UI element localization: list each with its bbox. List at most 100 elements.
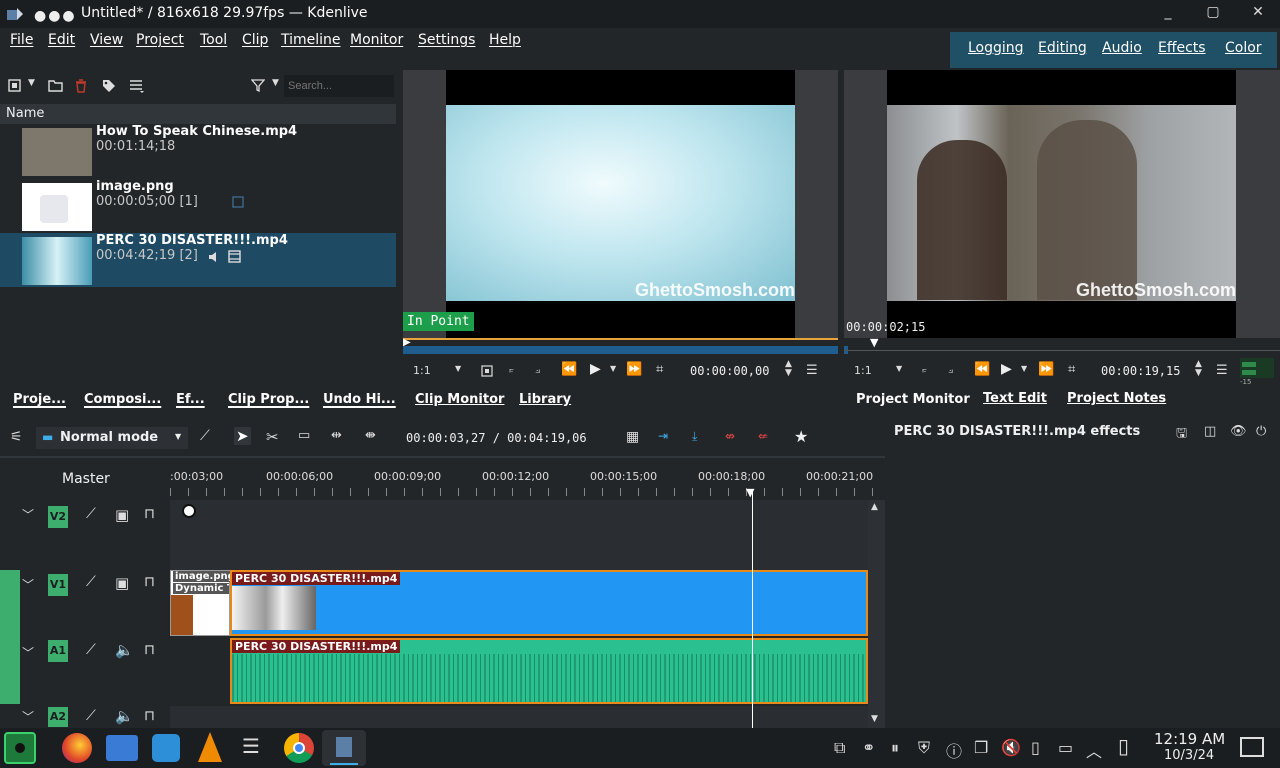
menu-file[interactable]: File (10, 32, 33, 48)
track-name-v1[interactable]: V1 (48, 574, 68, 596)
play-icon[interactable]: ▶ (590, 361, 601, 377)
collapse-chevron-icon[interactable]: ﹀ (22, 644, 34, 661)
tab-undo-history[interactable]: Undo Hi... (323, 392, 396, 407)
chevron-down-icon[interactable]: ▼ (1021, 364, 1027, 373)
preview-render-icon[interactable]: ▦ (626, 429, 639, 445)
track-settings-icon[interactable]: ⚟ (10, 429, 23, 445)
firefox-icon[interactable] (62, 733, 92, 763)
chevron-down-icon[interactable]: ▼ (455, 364, 461, 373)
effects-wand-icon[interactable]: ⟋ (86, 708, 96, 724)
favorites-star-icon[interactable]: ★ (794, 427, 808, 446)
layout-effects[interactable]: Effects (1158, 40, 1206, 56)
info-icon[interactable]: ⓘ (946, 738, 962, 762)
start-menu-icon[interactable] (4, 732, 36, 764)
clock-date[interactable]: 10/3/24 (1164, 748, 1214, 763)
project-timecode[interactable]: 00:00:19,15 (1101, 364, 1180, 378)
chevron-down-icon[interactable]: ▼ (610, 364, 616, 373)
list-item[interactable]: image.png 00:00:05;00 [1] (0, 179, 396, 233)
file-manager-icon[interactable] (106, 735, 138, 761)
roll-tool-icon[interactable]: ⇼ (365, 428, 376, 443)
layout-audio[interactable]: Audio (1102, 40, 1142, 56)
menu-help[interactable]: Help (489, 32, 521, 48)
menu-monitor[interactable]: Monitor (350, 32, 403, 48)
menu-timeline[interactable]: Timeline (281, 32, 341, 48)
image-clip[interactable]: image.png Dynamic Te (170, 570, 237, 636)
chrome-icon[interactable] (284, 733, 314, 763)
crop-icon[interactable]: ⌗ (1068, 362, 1075, 377)
chevron-down-icon[interactable]: ▼ (272, 78, 279, 88)
ripple-tool-icon[interactable]: ⇹ (331, 428, 342, 443)
tab-project-monitor[interactable]: Project Monitor (856, 392, 970, 407)
forward-icon[interactable]: ⏩ (1038, 362, 1054, 377)
menu-list-icon[interactable] (129, 79, 145, 93)
effects-wand-icon[interactable]: ⟋ (86, 574, 96, 590)
tab-project-notes[interactable]: Project Notes (1067, 391, 1166, 406)
show-desktop-icon[interactable] (1240, 737, 1264, 757)
tab-project-bin[interactable]: Proje... (13, 392, 66, 407)
layout-logging[interactable]: Logging (968, 40, 1024, 56)
film-icon[interactable]: ▣ (115, 574, 129, 592)
timeline-scrollbar[interactable]: ▲ ▼ (868, 500, 885, 728)
audio-clip[interactable]: PERC 30 DISASTER!!!.mp4 (230, 638, 868, 704)
crop-icon[interactable]: ⌗ (656, 362, 663, 377)
timeline-position[interactable]: 00:00:03,27 / 00:04:19,06 (406, 431, 587, 445)
close-button[interactable]: ✕ (1248, 4, 1268, 24)
collapse-chevron-icon[interactable]: ﹀ (22, 576, 34, 593)
menu-tool[interactable]: Tool (200, 32, 227, 48)
spin-icon[interactable]: ▲ ▼ (785, 360, 792, 378)
select-tool-icon[interactable]: ➤ (234, 427, 251, 445)
chevron-down-icon[interactable]: ▼ (28, 78, 35, 88)
add-clip-icon[interactable] (8, 79, 22, 93)
effects-wand-icon[interactable]: ⟋ (86, 642, 96, 658)
eye-icon[interactable]: 👁 (1230, 424, 1247, 439)
playhead-marker-icon[interactable]: ▼ (746, 486, 754, 499)
tag-icon[interactable] (102, 79, 116, 93)
search-input[interactable] (284, 75, 394, 97)
clip-zoom-select[interactable]: 1:1 (413, 364, 431, 377)
effects-wand-icon[interactable]: ⟋ (86, 506, 96, 522)
overwrite-icon[interactable]: ⤓ (692, 429, 697, 444)
lock-icon[interactable]: ⊓ (144, 708, 155, 724)
set-in-icon[interactable]: ⟔ (509, 363, 514, 377)
track-name-v2[interactable]: V2 (48, 506, 68, 528)
tab-clip-properties[interactable]: Clip Prop... (228, 392, 309, 407)
software-store-icon[interactable] (152, 734, 180, 762)
play-icon[interactable]: ▶ (1001, 361, 1012, 377)
lift-icon[interactable]: ⇍ (758, 429, 768, 443)
insert-icon[interactable]: ⇥ (658, 429, 668, 443)
display-icon[interactable]: ▭ (1058, 738, 1073, 757)
mute-icon[interactable]: 🔇 (1001, 738, 1021, 757)
track-name-a2[interactable]: A2 (48, 707, 68, 727)
menu-list-icon[interactable]: ☰ (1216, 363, 1228, 378)
film-icon[interactable]: ▣ (115, 506, 129, 524)
delete-icon[interactable] (75, 79, 87, 93)
master-label[interactable]: Master (62, 471, 110, 487)
minimize-button[interactable]: _ (1158, 4, 1178, 24)
rewind-icon[interactable]: ⏪ (974, 362, 990, 377)
maximize-button[interactable]: ▢ (1203, 4, 1223, 24)
speaker-icon[interactable]: 🔈 (115, 707, 134, 725)
network-icon[interactable]: ⚭ (862, 738, 875, 757)
set-in-icon[interactable]: ⟔ (922, 363, 927, 377)
pause-icon[interactable]: ⏸ (891, 738, 899, 758)
menu-clip[interactable]: Clip (242, 32, 268, 48)
tab-compositions[interactable]: Composi... (84, 392, 161, 407)
kdenlive-taskbar-icon[interactable] (322, 730, 366, 766)
playhead-marker-icon[interactable]: ▼ (870, 336, 878, 349)
chevron-down-icon[interactable]: ▼ (896, 364, 902, 373)
folder-icon[interactable] (48, 79, 63, 92)
video-clip[interactable]: PERC 30 DISASTER!!!.mp4 (230, 570, 868, 636)
menu-settings[interactable]: Settings (418, 32, 475, 48)
extract-icon[interactable]: ⇎ (725, 429, 735, 443)
rewind-icon[interactable]: ⏪ (561, 362, 577, 377)
layout-editing[interactable]: Editing (1038, 40, 1087, 56)
save-effect-icon[interactable]: 🖫 (1176, 424, 1187, 446)
clip-monitor-ruler[interactable] (403, 346, 838, 354)
set-out-icon[interactable]: ⟓ (948, 363, 953, 377)
spin-icon[interactable]: ▲ ▼ (1195, 360, 1202, 378)
settings-sliders-icon[interactable]: ☰ (242, 734, 260, 758)
tab-effects[interactable]: Ef... (176, 392, 205, 407)
menu-edit[interactable]: Edit (48, 32, 75, 48)
battery-icon[interactable]: ▯ (1031, 738, 1040, 757)
tab-library[interactable]: Library (519, 392, 571, 407)
